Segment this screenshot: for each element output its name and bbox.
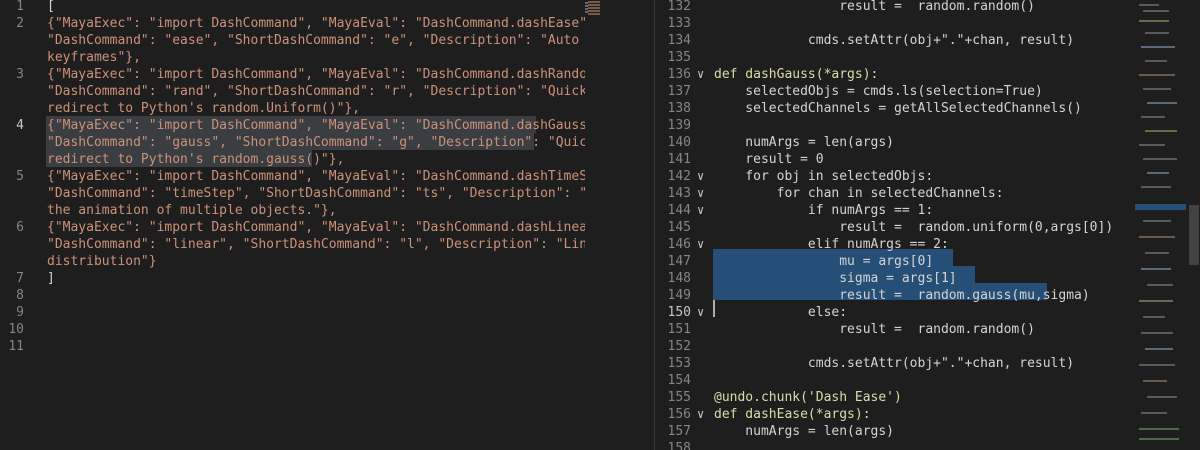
code-line: sigma = args[1]	[714, 271, 957, 286]
code-line: the animation of multiple objects."},	[47, 203, 337, 218]
line-number: 135	[667, 50, 691, 65]
line-number: 2	[16, 16, 24, 31]
line-number: 152	[667, 339, 691, 354]
line-number: 146	[667, 237, 691, 252]
line-number: 140	[667, 135, 691, 150]
line-number: 132	[667, 0, 691, 14]
line-number: 155	[667, 390, 691, 405]
line-number: 136	[667, 67, 691, 82]
code-line: elif numArgs == 2:	[714, 237, 949, 252]
code-line: cmds.setAttr(obj+"."+chan, result)	[714, 356, 1075, 371]
line-number: 1	[16, 0, 24, 14]
chevron-down-icon[interactable]: ∨	[697, 236, 704, 253]
code-line: {"MayaExec": "import DashCommand", "Maya…	[47, 16, 595, 31]
vertical-scrollbar[interactable]	[1186, 0, 1200, 450]
chevron-down-icon[interactable]: ∨	[697, 168, 704, 185]
chevron-down-icon[interactable]: ∨	[697, 66, 704, 83]
line-number: 6	[16, 220, 24, 235]
line-number: 145	[667, 220, 691, 235]
left-editor[interactable]: 1 2 3 4 5 6 7 8 9 10 11 [ {"MayaExec": "…	[0, 0, 600, 450]
line-number: 149	[667, 288, 691, 303]
line-number: 7	[16, 271, 24, 286]
line-number: 153	[667, 356, 691, 371]
chevron-down-icon[interactable]: ∨	[697, 304, 704, 321]
code-line: redirect to Python's random.Uniform()"},	[47, 101, 361, 116]
chevron-down-icon[interactable]: ∨	[697, 185, 704, 202]
line-number: 133	[667, 16, 691, 31]
code-line: def dashGauss(*args):	[714, 67, 879, 82]
code-line: result = random.gauss(mu,sigma)	[714, 288, 1090, 303]
line-number: 134	[667, 33, 691, 48]
line-number: 157	[667, 424, 691, 439]
line-number: 10	[8, 322, 24, 337]
code-line: "DashCommand": "gauss", "ShortDashComman…	[47, 135, 595, 150]
code-line: distribution"}	[47, 254, 157, 269]
code-line: for chan in selectedChannels:	[714, 186, 1004, 201]
line-number: 9	[16, 305, 24, 320]
code-line: @undo.chunk('Dash Ease')	[714, 390, 902, 405]
code-line: result = 0	[714, 152, 824, 167]
code-line: redirect to Python's random.gauss()"},	[47, 152, 345, 167]
code-line: result = random.random()	[714, 322, 1035, 337]
code-line: "DashCommand": "rand", "ShortDashCommand…	[47, 84, 588, 99]
code-line: "DashCommand": "ease", "ShortDashCommand…	[47, 33, 600, 48]
right-editor[interactable]: 132 133 134 135 136 137 138 139 140 141 …	[655, 0, 1200, 450]
code-line: {"MayaExec": "import DashCommand", "Maya…	[47, 118, 600, 133]
code-line: numArgs = len(args)	[714, 424, 895, 439]
line-number: 8	[16, 288, 24, 303]
code-line: result = random.uniform(0,args[0])	[714, 220, 1114, 235]
code-line: def dashEase(*args):	[714, 407, 871, 422]
line-number: 141	[667, 152, 691, 167]
code-line: "DashCommand": "timeStep", "ShortDashCom…	[47, 186, 600, 201]
minimap[interactable]	[1135, 0, 1187, 450]
code-line: keyframes"},	[47, 50, 141, 65]
code-line: [	[47, 0, 55, 14]
code-line: selectedObjs = cmds.ls(selection=True)	[714, 84, 1043, 99]
line-number: 138	[667, 101, 691, 116]
line-number: 144	[667, 203, 691, 218]
line-number: 3	[16, 67, 24, 82]
code-line: if numArgs == 1:	[714, 203, 934, 218]
line-number: 143	[667, 186, 691, 201]
code-line: numArgs = len(args)	[714, 135, 895, 150]
code-line: result = random.random()	[714, 0, 1035, 14]
line-number: 142	[667, 169, 691, 184]
line-number: 154	[667, 373, 691, 388]
scrollbar-thumb[interactable]	[1189, 205, 1199, 265]
code-line: else:	[714, 305, 848, 320]
code-line: {"MayaExec": "import DashCommand", "Maya…	[47, 67, 600, 82]
code-line: ]	[47, 271, 55, 286]
minimap[interactable]	[585, 0, 600, 450]
line-number: 11	[8, 339, 24, 354]
line-number: 5	[16, 169, 24, 184]
code-line: for obj in selectedObjs:	[714, 169, 934, 184]
line-number: 148	[667, 271, 691, 286]
line-number: 150	[667, 305, 691, 320]
line-number: 147	[667, 254, 691, 269]
code-line: {"MayaExec": "import DashCommand", "Maya…	[47, 169, 600, 184]
line-number: 4	[16, 118, 24, 133]
chevron-down-icon[interactable]: ∨	[697, 202, 704, 219]
chevron-down-icon[interactable]: ∨	[697, 406, 704, 423]
code-line: selectedChannels = getAllSelectedChannel…	[714, 101, 1082, 116]
code-line: {"MayaExec": "import DashCommand", "Maya…	[47, 220, 600, 235]
line-number: 158	[667, 441, 691, 450]
code-line: cmds.setAttr(obj+"."+chan, result)	[714, 33, 1075, 48]
line-number: 139	[667, 118, 691, 133]
line-number: 137	[667, 84, 691, 99]
line-number: 156	[667, 407, 691, 422]
code-line: mu = args[0]	[714, 254, 934, 269]
code-line: "DashCommand": "linear", "ShortDashComma…	[47, 237, 600, 252]
minimap-detail	[588, 0, 600, 20]
line-number: 151	[667, 322, 691, 337]
